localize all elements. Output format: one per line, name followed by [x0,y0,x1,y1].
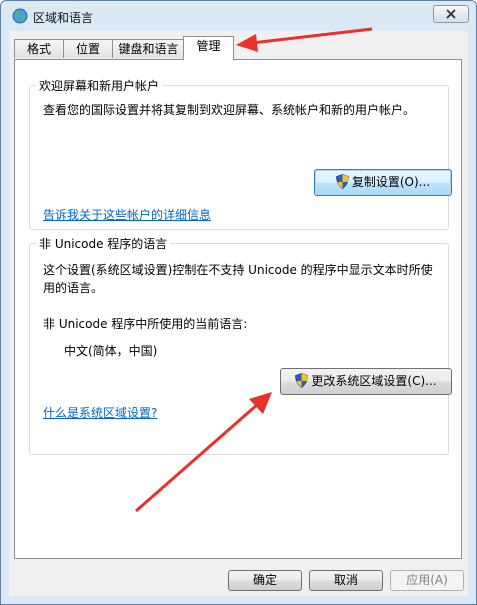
tab-location[interactable]: 位置 [63,39,113,58]
window-title: 区域和语言 [33,11,94,25]
current-language-value: 中文(简体，中国) [64,344,158,358]
dialog-client-area: 格式 位置 键盘和语言 管理 欢迎屏幕和新用户帐户 查看您的国际设置并将其复制到… [9,31,468,596]
uac-shield-icon [295,373,309,388]
region-language-dialog: 区域和语言 格式 位置 键盘和语言 管理 欢迎屏幕和新用户帐户 查看您的国际设置… [0,0,477,605]
welcome-group-title: 欢迎屏幕和新用户帐户 [36,77,163,94]
copy-settings-button[interactable]: 复制设置(O)... [314,169,452,196]
what-is-system-locale-link[interactable]: 什么是系统区域设置? [43,404,157,421]
non-unicode-description-line2: 用的语言。 [43,281,104,295]
apply-button[interactable]: 应用(A) [390,570,464,591]
ok-button[interactable]: 确定 [228,570,302,591]
title-bar[interactable]: 区域和语言 [1,1,476,31]
tab-keyboards-languages[interactable]: 键盘和语言 [112,39,185,58]
change-system-locale-label: 更改系统区域设置(C)... [311,374,437,388]
welcome-description: 查看您的国际设置并将其复制到欢迎屏幕、系统帐户和新的用户帐户。 [43,103,416,117]
change-system-locale-button[interactable]: 更改系统区域设置(C)... [280,368,452,395]
globe-icon [12,8,28,24]
administrative-tab-panel: 欢迎屏幕和新用户帐户 查看您的国际设置并将其复制到欢迎屏幕、系统帐户和新的用户帐… [14,59,462,559]
non-unicode-group-title: 非 Unicode 程序的语言 [36,235,171,252]
close-button[interactable] [433,5,469,23]
welcome-screen-group: 欢迎屏幕和新用户帐户 查看您的国际设置并将其复制到欢迎屏幕、系统帐户和新的用户帐… [29,77,452,230]
copy-settings-label: 复制设置(O)... [351,175,431,189]
cancel-button[interactable]: 取消 [309,570,383,591]
uac-shield-icon [335,174,349,189]
tab-administrative[interactable]: 管理 [183,36,234,60]
non-unicode-group: 非 Unicode 程序的语言 这个设置(系统区域设置)控制在不支持 Unico… [29,235,452,455]
current-language-label: 非 Unicode 程序中所使用的当前语言: [43,317,248,331]
tab-format[interactable]: 格式 [14,39,64,58]
close-icon [446,9,456,19]
non-unicode-description-line1: 这个设置(系统区域设置)控制在不支持 Unicode 的程序中显示文本时所使 [43,263,433,277]
accounts-details-link[interactable]: 告诉我关于这些帐户的详细信息 [43,206,211,223]
